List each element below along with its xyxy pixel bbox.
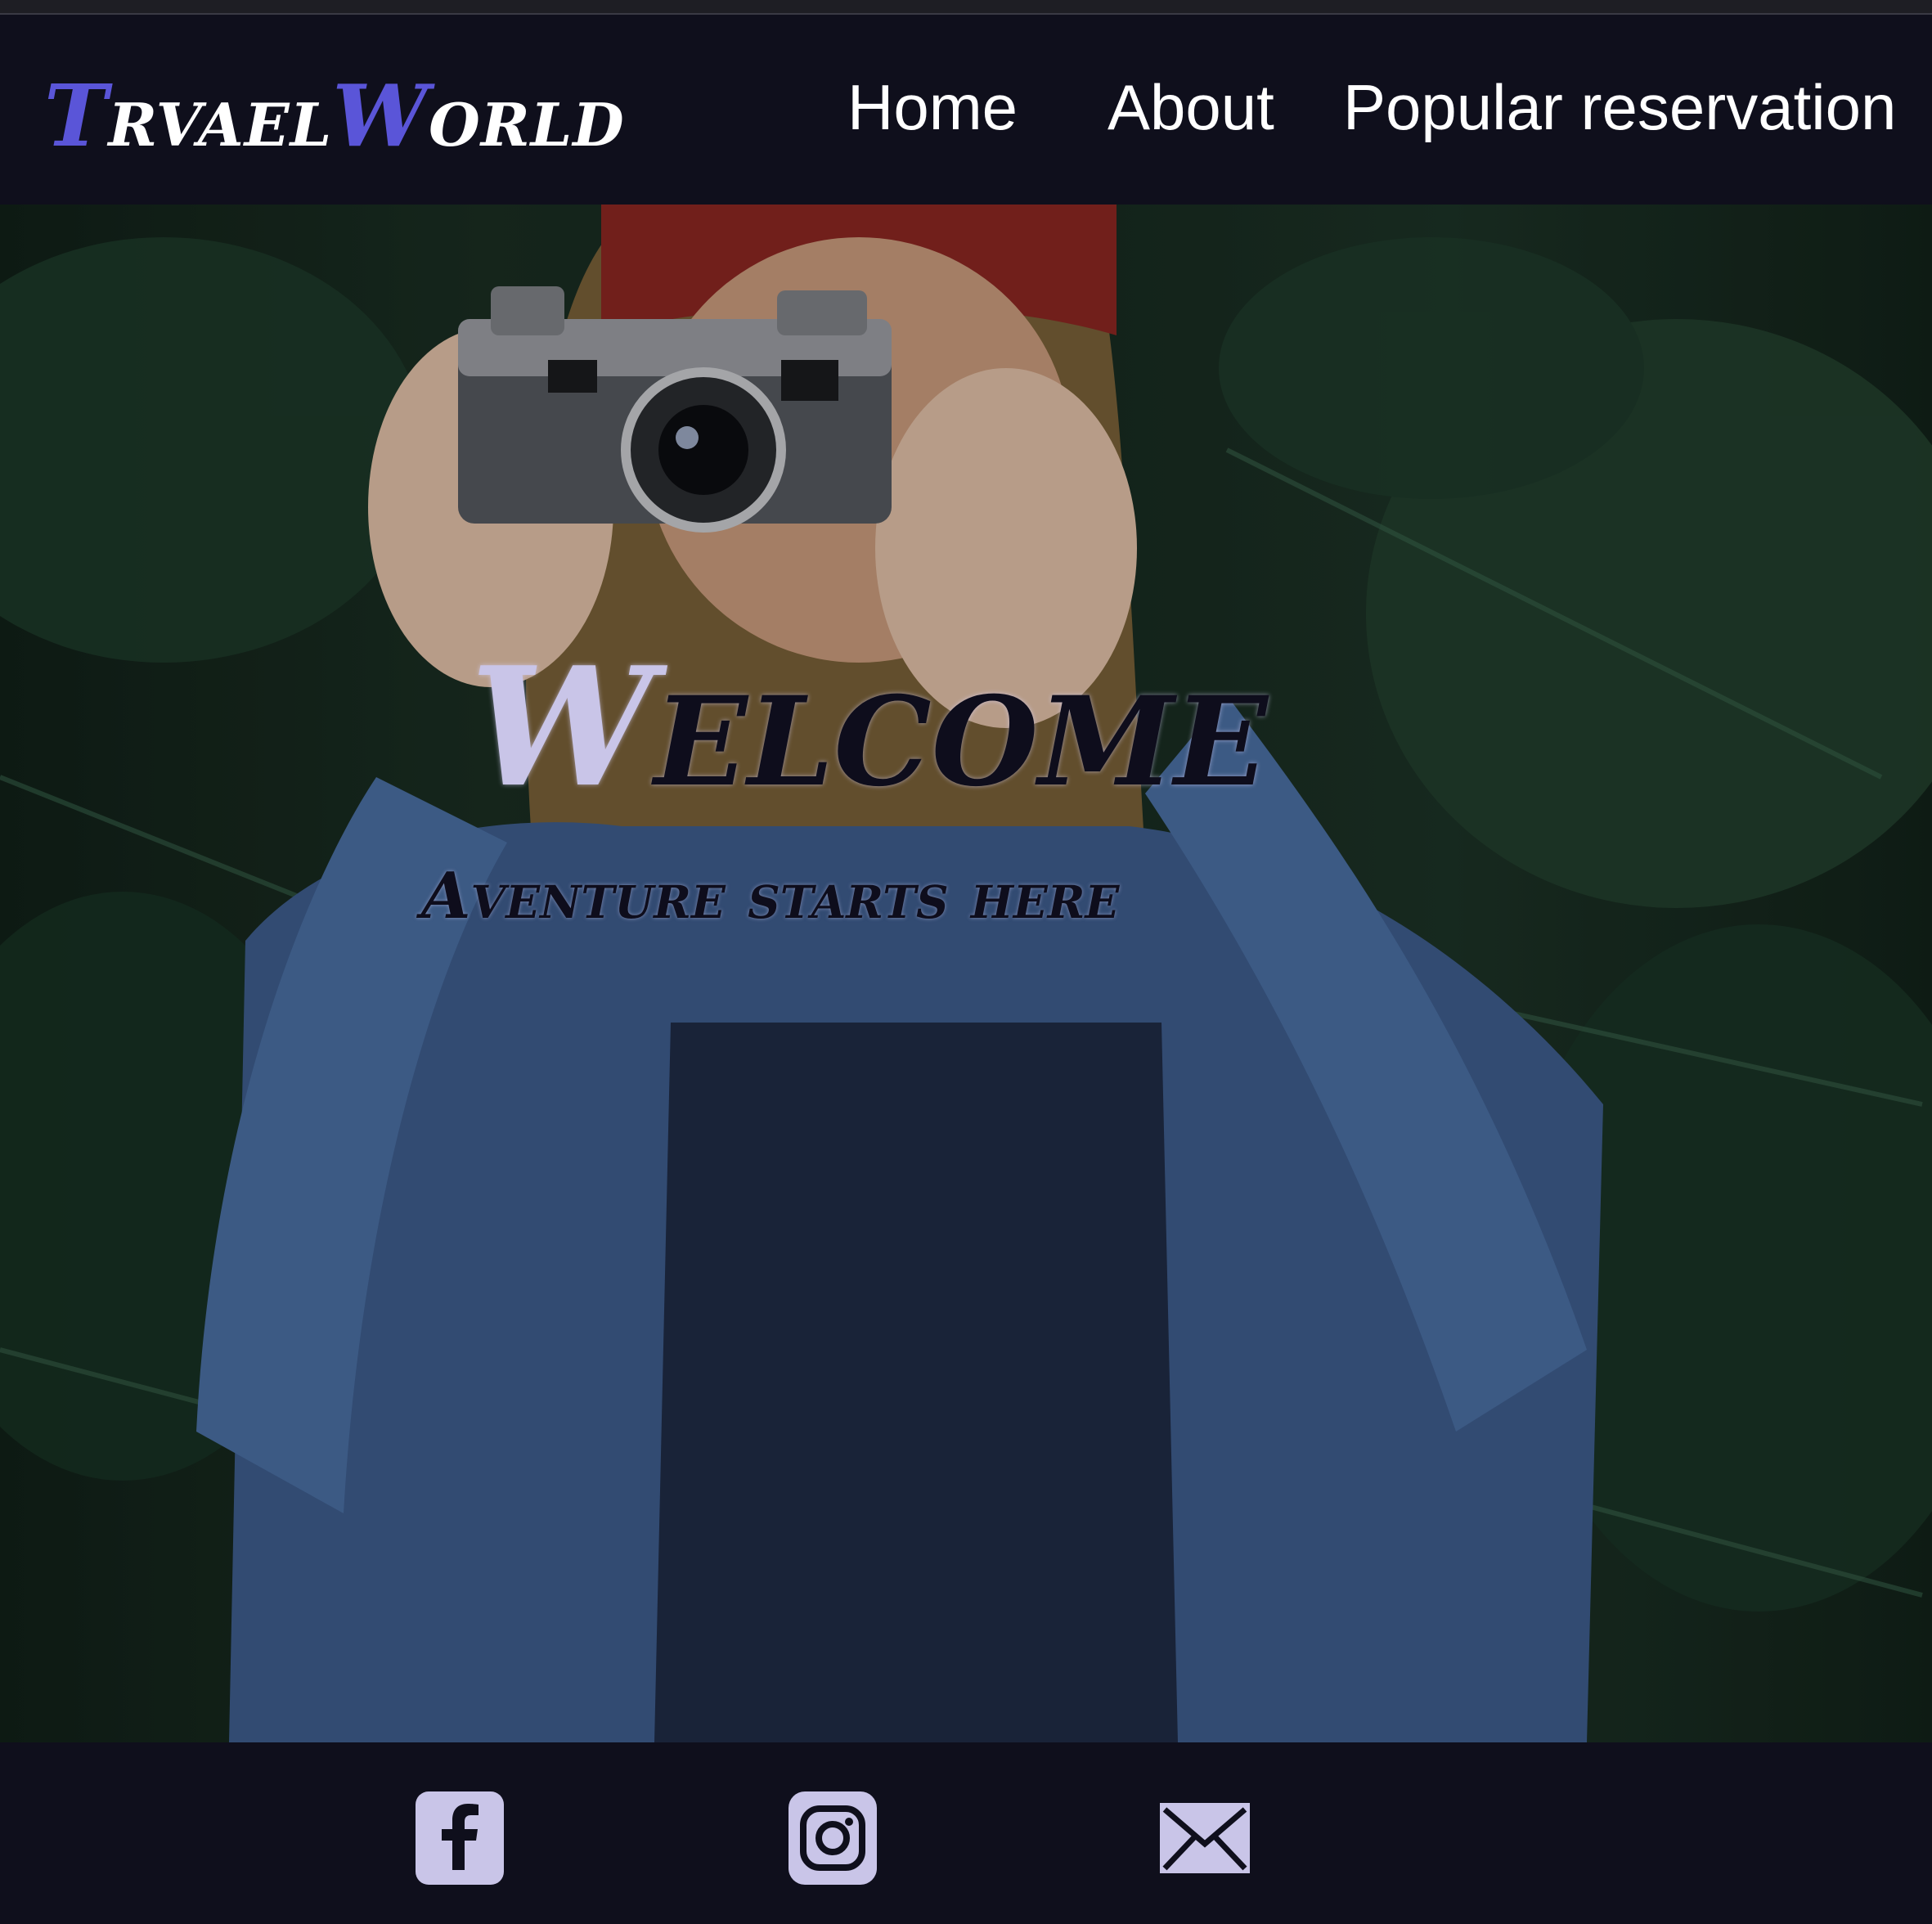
- welcome-rest: elcome: [654, 670, 1268, 814]
- logo-word-1: rvael: [108, 90, 333, 160]
- hero-tagline: Aventure starts here: [421, 859, 1120, 933]
- logo-word-2: orld: [429, 90, 625, 160]
- mail-icon[interactable]: [1158, 1801, 1251, 1875]
- nav-home-link[interactable]: Home: [847, 70, 1018, 152]
- nav-about-link[interactable]: About: [1108, 70, 1274, 152]
- hero-background-photo: [0, 205, 1932, 1742]
- facebook-icon[interactable]: [414, 1790, 505, 1886]
- logo-initial-t: T: [44, 65, 109, 166]
- hero-section: Welcome Aventure starts here: [0, 205, 1932, 1742]
- instagram-icon[interactable]: [787, 1790, 878, 1886]
- welcome-heading: Welcome: [470, 646, 1268, 810]
- site-logo[interactable]: T rvael W orld: [44, 65, 625, 166]
- logo-initial-w: W: [332, 65, 429, 166]
- nav-popular-reservation-link[interactable]: Popular reservation: [1343, 70, 1896, 152]
- browser-top-edge: [0, 0, 1932, 15]
- site-footer: [0, 1742, 1932, 1924]
- site-header: T rvael W orld Home About Popular reserv…: [0, 15, 1932, 205]
- page: T rvael W orld Home About Popular reserv…: [0, 0, 1932, 1924]
- welcome-initial: W: [470, 632, 654, 824]
